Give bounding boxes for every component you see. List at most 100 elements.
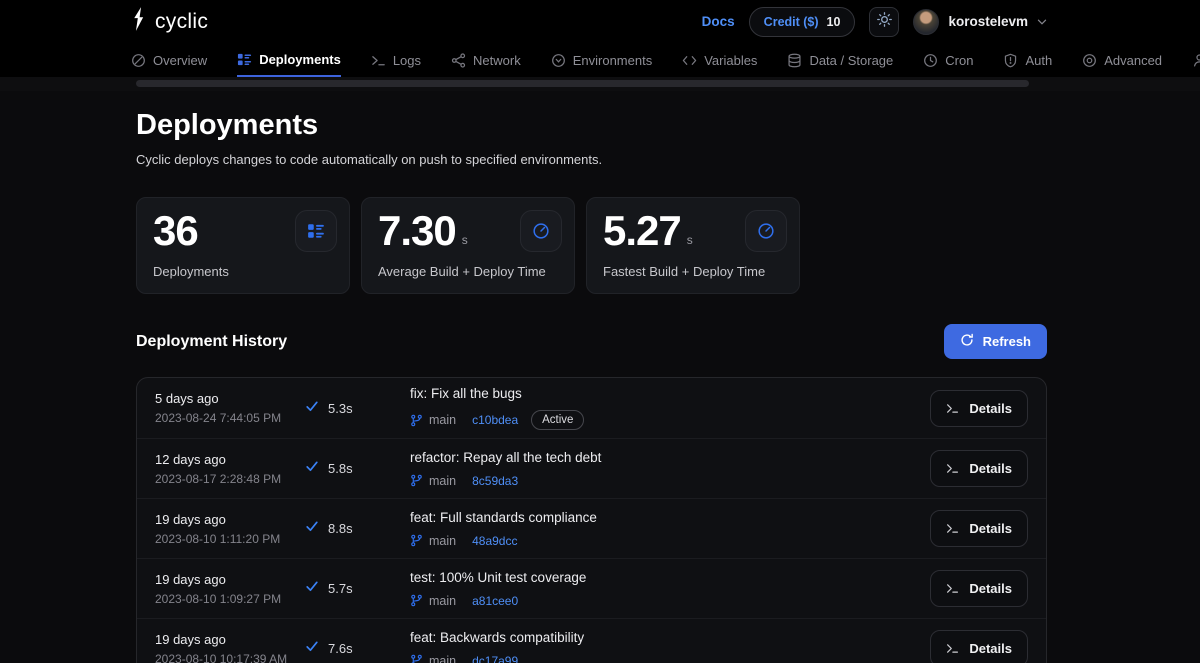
cyclic-logo[interactable]: cyclic bbox=[130, 6, 208, 37]
commit-hash-link[interactable]: a81cee0 bbox=[472, 594, 518, 608]
tab-logs[interactable]: Logs bbox=[371, 51, 421, 77]
chevron-down-icon bbox=[1037, 13, 1047, 31]
branch-name: main bbox=[429, 534, 456, 548]
commit-message: fix: Fix all the bugs bbox=[410, 386, 930, 401]
tab-label: Environments bbox=[573, 53, 652, 68]
docs-link[interactable]: Docs bbox=[702, 14, 735, 29]
details-label: Details bbox=[969, 521, 1012, 536]
stat-card-deployments: 36 Deployments bbox=[136, 197, 350, 294]
nav-scrollbar-thumb[interactable] bbox=[136, 80, 1029, 87]
nav-scrollbar-track bbox=[0, 77, 1200, 91]
stat-label: Deployments bbox=[153, 264, 333, 279]
tab-network[interactable]: Network bbox=[451, 51, 521, 77]
stat-label: Average Build + Deploy Time bbox=[378, 264, 558, 279]
app-nav: Overview Deployments Logs Network Enviro… bbox=[0, 43, 1200, 77]
theme-toggle-button[interactable] bbox=[869, 7, 899, 37]
relative-time: 19 days ago bbox=[155, 512, 305, 527]
commit-hash-link[interactable]: dc17a99 bbox=[472, 654, 518, 663]
username: korostelevm bbox=[948, 14, 1028, 29]
terminal-icon bbox=[371, 53, 386, 68]
user-menu[interactable]: korostelevm bbox=[913, 9, 1047, 35]
tab-auth[interactable]: Auth bbox=[1003, 51, 1052, 77]
commit-message: feat: Backwards compatibility bbox=[410, 630, 930, 645]
commit-message: refactor: Repay all the tech debt bbox=[410, 450, 930, 465]
tab-admin[interactable]: Ad bbox=[1192, 51, 1200, 77]
details-button[interactable]: Details bbox=[930, 510, 1028, 547]
check-icon bbox=[305, 459, 319, 478]
deployment-history-list: 5 days ago 2023-08-24 7:44:05 PM 5.3s fi… bbox=[136, 377, 1047, 663]
network-icon bbox=[451, 53, 466, 68]
tab-cron[interactable]: Cron bbox=[923, 51, 973, 77]
deployments-icon bbox=[237, 52, 252, 67]
relative-time: 12 days ago bbox=[155, 452, 305, 467]
branch-name: main bbox=[429, 474, 456, 488]
details-button[interactable]: Details bbox=[930, 570, 1028, 607]
details-label: Details bbox=[969, 401, 1012, 416]
credit-label: Credit ($) bbox=[764, 15, 819, 29]
details-label: Details bbox=[969, 461, 1012, 476]
build-duration: 5.3s bbox=[328, 401, 353, 416]
build-duration: 5.8s bbox=[328, 461, 353, 476]
commit-hash-link[interactable]: 8c59da3 bbox=[472, 474, 518, 488]
commit-message: test: 100% Unit test coverage bbox=[410, 570, 930, 585]
tab-environments[interactable]: Environments bbox=[551, 51, 652, 77]
check-icon bbox=[305, 639, 319, 658]
terminal-icon bbox=[946, 642, 959, 655]
shield-icon bbox=[1003, 53, 1018, 68]
tab-deployments[interactable]: Deployments bbox=[237, 51, 341, 77]
person-icon bbox=[1192, 53, 1200, 68]
commit-hash-link[interactable]: 48a9dcc bbox=[472, 534, 517, 548]
git-branch-icon bbox=[410, 594, 423, 607]
tab-label: Cron bbox=[945, 53, 973, 68]
deployment-row: 12 days ago 2023-08-17 2:28:48 PM 5.8s r… bbox=[137, 438, 1046, 498]
stat-unit: s bbox=[687, 233, 693, 252]
tab-overview[interactable]: Overview bbox=[131, 51, 207, 77]
details-button[interactable]: Details bbox=[930, 630, 1028, 663]
details-button[interactable]: Details bbox=[930, 450, 1028, 487]
tab-variables[interactable]: Variables bbox=[682, 51, 757, 77]
commit-message: feat: Full standards compliance bbox=[410, 510, 930, 525]
commit-hash-link[interactable]: c10bdea bbox=[472, 413, 518, 427]
database-icon bbox=[787, 53, 802, 68]
git-branch-icon bbox=[410, 534, 423, 547]
deployment-history-title: Deployment History bbox=[136, 333, 287, 351]
stat-cards: 36 Deployments 7.30 s Average Build + De… bbox=[136, 197, 1047, 294]
code-brackets-icon bbox=[682, 53, 697, 68]
timestamp: 2023-08-10 1:09:27 PM bbox=[155, 592, 305, 606]
relative-time: 19 days ago bbox=[155, 572, 305, 587]
avatar bbox=[913, 9, 939, 35]
terminal-icon bbox=[946, 462, 959, 475]
tab-label: Auth bbox=[1025, 53, 1052, 68]
credit-badge[interactable]: Credit ($) 10 bbox=[749, 7, 856, 37]
terminal-icon bbox=[946, 582, 959, 595]
active-status-badge: Active bbox=[531, 410, 584, 430]
deployment-row: 19 days ago 2023-08-10 1:09:27 PM 5.7s t… bbox=[137, 558, 1046, 618]
refresh-label: Refresh bbox=[983, 334, 1031, 349]
tab-data-storage[interactable]: Data / Storage bbox=[787, 51, 893, 77]
details-label: Details bbox=[969, 581, 1012, 596]
tab-label: Data / Storage bbox=[809, 53, 893, 68]
details-button[interactable]: Details bbox=[930, 390, 1028, 427]
stat-value: 36 bbox=[153, 210, 198, 252]
timestamp: 2023-08-24 7:44:05 PM bbox=[155, 411, 305, 425]
stat-card-fastest-time: 5.27 s Fastest Build + Deploy Time bbox=[586, 197, 800, 294]
target-icon bbox=[1082, 53, 1097, 68]
details-label: Details bbox=[969, 641, 1012, 656]
refresh-button[interactable]: Refresh bbox=[944, 324, 1047, 359]
tab-advanced[interactable]: Advanced bbox=[1082, 51, 1162, 77]
timestamp: 2023-08-10 1:11:20 PM bbox=[155, 532, 305, 546]
sun-icon bbox=[877, 12, 892, 32]
deployment-row: 19 days ago 2023-08-10 10:17:39 AM 7.6s … bbox=[137, 618, 1046, 663]
clock-icon bbox=[923, 53, 938, 68]
tab-label: Advanced bbox=[1104, 53, 1162, 68]
deployment-row: 19 days ago 2023-08-10 1:11:20 PM 8.8s f… bbox=[137, 498, 1046, 558]
stat-label: Fastest Build + Deploy Time bbox=[603, 264, 783, 279]
check-icon bbox=[305, 519, 319, 538]
branch-name: main bbox=[429, 413, 456, 427]
stat-value: 5.27 bbox=[603, 210, 681, 252]
logo-text: cyclic bbox=[155, 10, 208, 34]
git-branch-icon bbox=[410, 654, 423, 663]
tab-label: Network bbox=[473, 53, 521, 68]
page-subtitle: Cyclic deploys changes to code automatic… bbox=[136, 152, 1047, 167]
page-title: Deployments bbox=[136, 109, 1047, 142]
